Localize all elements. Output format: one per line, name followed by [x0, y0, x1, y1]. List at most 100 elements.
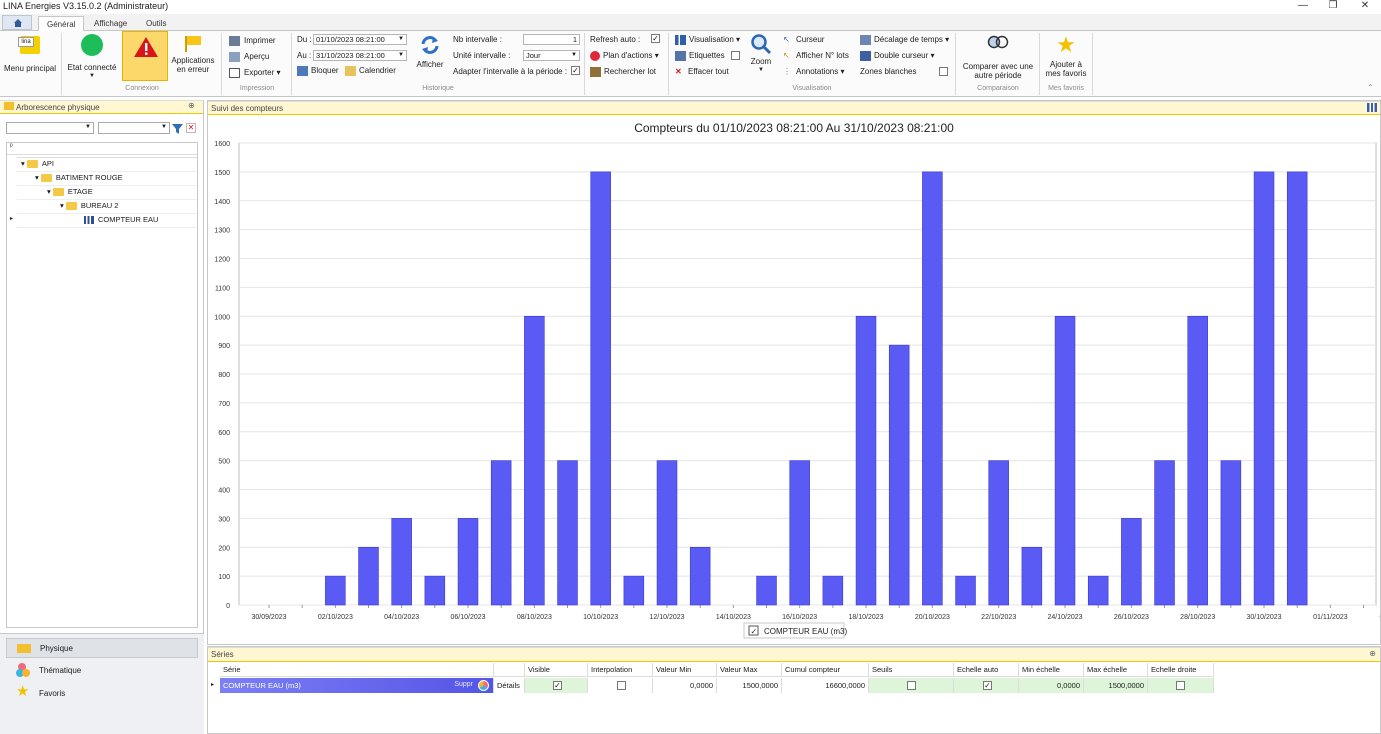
- au-date-input[interactable]: 31/10/2023 08:21:00 ▼: [313, 50, 407, 61]
- bar[interactable]: [391, 518, 412, 606]
- col-visible[interactable]: Visible: [525, 663, 588, 677]
- bar[interactable]: [590, 171, 611, 606]
- zones-blanches-checkbox[interactable]: [939, 67, 948, 76]
- max-echelle-cell[interactable]: 1500,0000: [1084, 678, 1148, 693]
- afficher-button[interactable]: Afficher: [413, 34, 447, 74]
- bar[interactable]: [1154, 460, 1175, 606]
- afficher-n-lots-button[interactable]: ↖ Afficher N° lots: [783, 51, 849, 60]
- tree-node-compteur-eau[interactable]: COMPTEUR EAU: [84, 215, 158, 225]
- details-link[interactable]: Détails: [494, 678, 525, 693]
- bar[interactable]: [689, 546, 711, 606]
- bar[interactable]: [1286, 171, 1308, 606]
- tree-node-bureau-2[interactable]: ▾ BUREAU 2: [60, 201, 118, 211]
- refresh-auto-checkbox[interactable]: ✓: [651, 34, 660, 43]
- bar[interactable]: [756, 575, 777, 606]
- bar[interactable]: [524, 315, 545, 606]
- seuils-checkbox[interactable]: [907, 681, 916, 690]
- nav-physique[interactable]: Physique: [6, 638, 198, 658]
- curseur-button[interactable]: ↖ Curseur: [783, 35, 824, 44]
- interpolation-checkbox[interactable]: [617, 681, 626, 690]
- ajouter-favoris-button[interactable]: ★ Ajouter à mes favoris: [1041, 34, 1091, 82]
- apercu-button[interactable]: Aperçu: [229, 52, 269, 62]
- bar[interactable]: [855, 315, 877, 606]
- filter-icon[interactable]: [172, 123, 183, 134]
- col-min-echelle[interactable]: Min échelle: [1019, 663, 1084, 677]
- double-curseur-dropdown[interactable]: Double curseur ▾: [860, 51, 935, 61]
- bar[interactable]: [822, 575, 844, 606]
- tree-filter-combo-1[interactable]: ▼: [6, 122, 94, 134]
- effacer-tout-button[interactable]: ✕ Effacer tout: [675, 67, 729, 76]
- bloquer-button[interactable]: Bloquer: [297, 66, 339, 76]
- table-row[interactable]: COMPTEUR EAU (m3) Suppr: [220, 678, 494, 693]
- zoom-button[interactable]: Zoom ▼: [747, 33, 775, 79]
- bar[interactable]: [457, 518, 479, 606]
- etiquettes-checkbox[interactable]: [731, 51, 740, 60]
- applications-en-erreur-button[interactable]: Applications en erreur: [170, 34, 216, 82]
- rechercher-lot-button[interactable]: Rechercher lot: [590, 67, 656, 77]
- col-serie[interactable]: Série: [220, 663, 494, 677]
- echelle-droite-checkbox[interactable]: [1176, 681, 1185, 690]
- min-echelle-cell[interactable]: 0,0000: [1019, 678, 1084, 693]
- maximize-button[interactable]: ❐: [1318, 0, 1348, 14]
- unite-intervalle-select[interactable]: Jour ▼: [523, 50, 580, 61]
- minimize-button[interactable]: —: [1288, 0, 1318, 14]
- tab-outils[interactable]: Outils: [138, 16, 174, 31]
- col-echelle-auto[interactable]: Echelle auto: [954, 663, 1019, 677]
- bar[interactable]: [1187, 315, 1208, 606]
- exporter-button[interactable]: Exporter ▾: [229, 68, 280, 78]
- bar[interactable]: [490, 460, 512, 606]
- etat-connecte-button[interactable]: Etat connecté ▼: [64, 34, 120, 82]
- bar[interactable]: [325, 575, 346, 606]
- bar[interactable]: [656, 460, 678, 606]
- tree-node-batiment-rouge[interactable]: ▾ BATIMENT ROUGE: [35, 173, 123, 183]
- annotations-dropdown[interactable]: ⋮ Annotations ▾: [783, 67, 845, 76]
- bar[interactable]: [1087, 575, 1109, 606]
- col-seuils[interactable]: Seuils: [869, 663, 954, 677]
- col-interpolation[interactable]: Interpolation: [588, 663, 653, 677]
- tree-filter-combo-2[interactable]: ▼: [98, 122, 170, 134]
- echelle-auto-checkbox[interactable]: ✓: [983, 681, 992, 690]
- col-valeur-min[interactable]: Valeur Min: [653, 663, 717, 677]
- bar[interactable]: [1121, 518, 1142, 606]
- calendrier-button[interactable]: Calendrier: [345, 66, 396, 76]
- bar[interactable]: [922, 171, 943, 606]
- suppr-button[interactable]: Suppr: [454, 681, 473, 688]
- visible-checkbox[interactable]: ✓: [553, 681, 562, 690]
- menu-principal-button[interactable]: lina Menu principal: [2, 34, 58, 82]
- bar[interactable]: [789, 460, 810, 606]
- bar[interactable]: [1021, 546, 1043, 606]
- bar[interactable]: [358, 546, 379, 606]
- bar[interactable]: [888, 344, 910, 606]
- decalage-temps-dropdown[interactable]: Décalage de temps ▾: [860, 35, 949, 45]
- nav-thematique[interactable]: Thématique: [6, 661, 198, 681]
- collapse-ribbon-icon[interactable]: ⌃: [1367, 83, 1374, 92]
- tree-node-etage[interactable]: ▾ ETAGE: [47, 187, 93, 197]
- nav-favoris[interactable]: ★ Favoris: [6, 684, 198, 704]
- nb-intervalle-input[interactable]: 1: [523, 34, 580, 45]
- bar[interactable]: [424, 575, 446, 606]
- bar[interactable]: [1253, 171, 1275, 606]
- col-max-echelle[interactable]: Max échelle: [1084, 663, 1148, 677]
- visualisation-dropdown[interactable]: Visualisation ▾: [675, 35, 740, 45]
- du-date-input[interactable]: 01/10/2023 08:21:00 ▼: [313, 34, 407, 45]
- home-tab[interactable]: [2, 15, 32, 30]
- chart-type-icon[interactable]: [1367, 103, 1377, 112]
- col-cumul-compteur[interactable]: Cumul compteur: [782, 663, 869, 677]
- adapter-intervalle-checkbox[interactable]: ✓: [571, 66, 580, 75]
- bar[interactable]: [623, 575, 645, 606]
- plan-actions-button[interactable]: Plan d'actions ▾: [590, 51, 659, 61]
- comparer-button[interactable]: Comparer avec une autre période: [958, 34, 1038, 82]
- pin-icon[interactable]: ⊕: [188, 101, 195, 110]
- imprimer-button[interactable]: Imprimer: [229, 36, 276, 46]
- bar[interactable]: [1220, 460, 1242, 606]
- bar[interactable]: [1054, 315, 1076, 606]
- close-button[interactable]: ✕: [1350, 0, 1380, 14]
- tab-general[interactable]: Général: [38, 16, 85, 31]
- color-picker-icon[interactable]: [478, 680, 489, 691]
- col-echelle-droite[interactable]: Echelle droite: [1148, 663, 1214, 677]
- bar[interactable]: [557, 460, 578, 606]
- tree-node-api[interactable]: ▾ API: [21, 159, 54, 169]
- alert-button[interactable]: [122, 31, 168, 81]
- tab-affichage[interactable]: Affichage: [86, 16, 135, 31]
- pin-icon[interactable]: ⊕: [1369, 649, 1376, 658]
